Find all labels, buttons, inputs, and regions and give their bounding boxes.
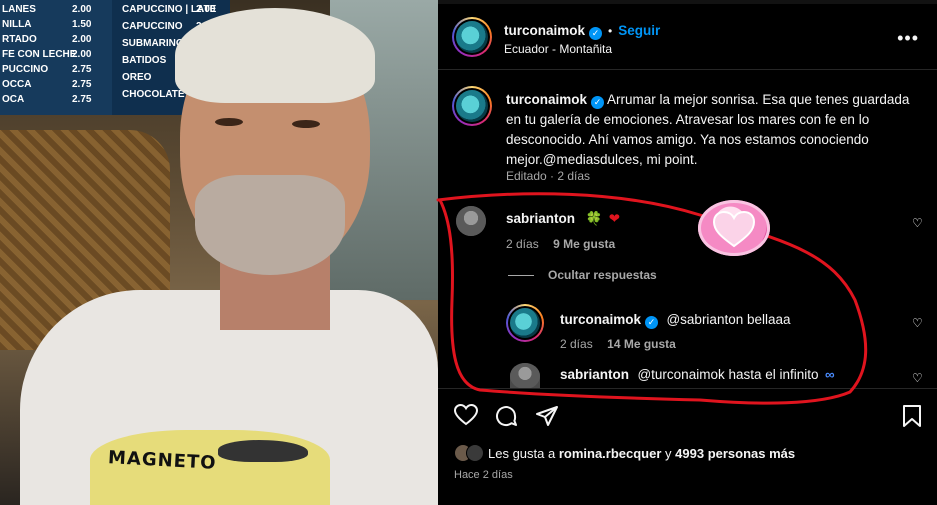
menu-item-name: OCCA: [2, 79, 32, 90]
reply-avatar[interactable]: [506, 304, 544, 342]
menu-item-name: CHOCOLATE: [122, 89, 185, 100]
post-photo: LANES 2.00 NILLA 1.50 RTADO 2.00 FE CON LECHE 2…: [0, 0, 438, 505]
post-header: turconaimok ✓ • Seguir Ecuador - Montañita …: [438, 4, 937, 70]
reply-meta: 2 días 14 Me gusta: [560, 335, 676, 353]
action-bar: [438, 388, 937, 440]
eye-left: [215, 118, 243, 126]
separator-dot: •: [608, 24, 613, 38]
reply-username[interactable]: sabrianton: [560, 367, 629, 382]
author-username[interactable]: turconaimok: [504, 23, 585, 38]
verified-badge-icon: ✓: [589, 27, 603, 40]
hide-replies-label: Ocultar respuestas: [548, 268, 657, 282]
reply-body: turconaimok ✓ @sabrianton bellaaa: [560, 311, 791, 329]
likes-count[interactable]: 4993 personas más: [675, 446, 795, 461]
menu-item-price: 2.75: [72, 94, 92, 105]
comment-avatar[interactable]: [456, 206, 486, 236]
caption-username[interactable]: turconaimok: [506, 92, 587, 107]
liker-avatar[interactable]: [466, 444, 484, 462]
heart-sticker: [698, 200, 770, 256]
author-avatar[interactable]: [452, 17, 492, 57]
menu-item-name: OCA: [2, 94, 25, 105]
likes-middle: y: [661, 446, 676, 461]
reply-avatar[interactable]: [510, 363, 540, 389]
menu-item-name: PUCCINO: [2, 64, 49, 75]
comment-username[interactable]: sabrianton: [506, 211, 575, 226]
shirt-dolphin-graphic: [218, 440, 308, 462]
menu-item-name: NILLA: [2, 19, 32, 30]
menu-item-price: 2.00: [72, 34, 92, 45]
bookmark-icon[interactable]: [902, 404, 922, 428]
menu-item-name: CAPUCCINO: [122, 21, 183, 32]
reply-likes[interactable]: 14 Me gusta: [607, 337, 676, 351]
heart-sticker-icon: [712, 210, 756, 248]
eye-right: [292, 120, 320, 128]
comment-meta: 2 días 9 Me gusta: [506, 235, 615, 253]
like-reply-heart-icon[interactable]: ♡: [912, 371, 923, 385]
hair: [175, 8, 375, 103]
reply-body: sabrianton @turconaimok hasta el infinit…: [560, 366, 835, 384]
menu-item-price: 2.75: [72, 64, 92, 75]
caption-avatar[interactable]: [452, 86, 492, 126]
menu-item-price: 2.00: [72, 4, 92, 15]
clover-emoji: 🍀: [585, 211, 603, 226]
divider-line: [508, 275, 534, 277]
menu-item-name: OREO: [122, 72, 152, 83]
likes-summary: Les gusta a romina.rbecquer y 4993 perso…: [454, 444, 795, 462]
share-icon[interactable]: [535, 404, 559, 428]
menu-item-price: 2.75: [72, 79, 92, 90]
reply-text: @turconaimok hasta el infinito: [637, 367, 819, 382]
menu-item-name: FE CON LECHE: [2, 49, 77, 60]
menu-item-name: LANES: [2, 4, 36, 15]
reply-text: @sabrianton bellaaa: [666, 312, 791, 327]
beard: [195, 175, 345, 275]
menu-item-price: 2.00: [72, 49, 92, 60]
caption-meta: Editado · 2 días: [506, 169, 591, 183]
reply-username[interactable]: turconaimok: [560, 312, 641, 327]
like-reply-heart-icon[interactable]: ♡: [912, 316, 923, 330]
verified-badge-icon: ✓: [591, 96, 605, 109]
comment-age: 2 días: [506, 237, 539, 251]
heart-emoji: ❤: [608, 211, 621, 226]
more-options-icon[interactable]: •••: [897, 28, 919, 49]
verified-badge-icon: ✓: [645, 316, 659, 329]
liker-username[interactable]: romina.rbecquer: [559, 446, 662, 461]
infinity-emoji: ∞: [824, 367, 835, 382]
follow-button[interactable]: Seguir: [618, 23, 660, 38]
likes-prefix: Les gusta a: [488, 446, 559, 461]
hide-replies-button[interactable]: Ocultar respuestas: [508, 268, 657, 282]
menu-item-name: BATIDOS: [122, 55, 167, 66]
comment-icon[interactable]: [494, 404, 518, 428]
heart-icon[interactable]: [454, 404, 478, 426]
menu-item-name: SUBMARINO: [122, 38, 184, 49]
menu-item-price: 1.50: [72, 19, 92, 30]
menu-item-name: RTADO: [2, 34, 37, 45]
reply-age: 2 días: [560, 337, 593, 351]
caption: turconaimok ✓ Arrumar la mejor sonrisa. E…: [506, 90, 926, 170]
like-comment-heart-icon[interactable]: ♡: [912, 216, 923, 230]
post-panel: turconaimok ✓ • Seguir Ecuador - Montañita …: [438, 0, 937, 505]
comment-likes[interactable]: 9 Me gusta: [553, 237, 615, 251]
header-title-row: turconaimok ✓ • Seguir: [504, 22, 660, 40]
comment-body: sabrianton 🍀 ❤: [506, 210, 620, 228]
menu-item-price: 2.00: [196, 4, 216, 15]
post-time: Hace 2 días: [454, 469, 513, 481]
location-link[interactable]: Ecuador - Montañita: [504, 42, 612, 56]
